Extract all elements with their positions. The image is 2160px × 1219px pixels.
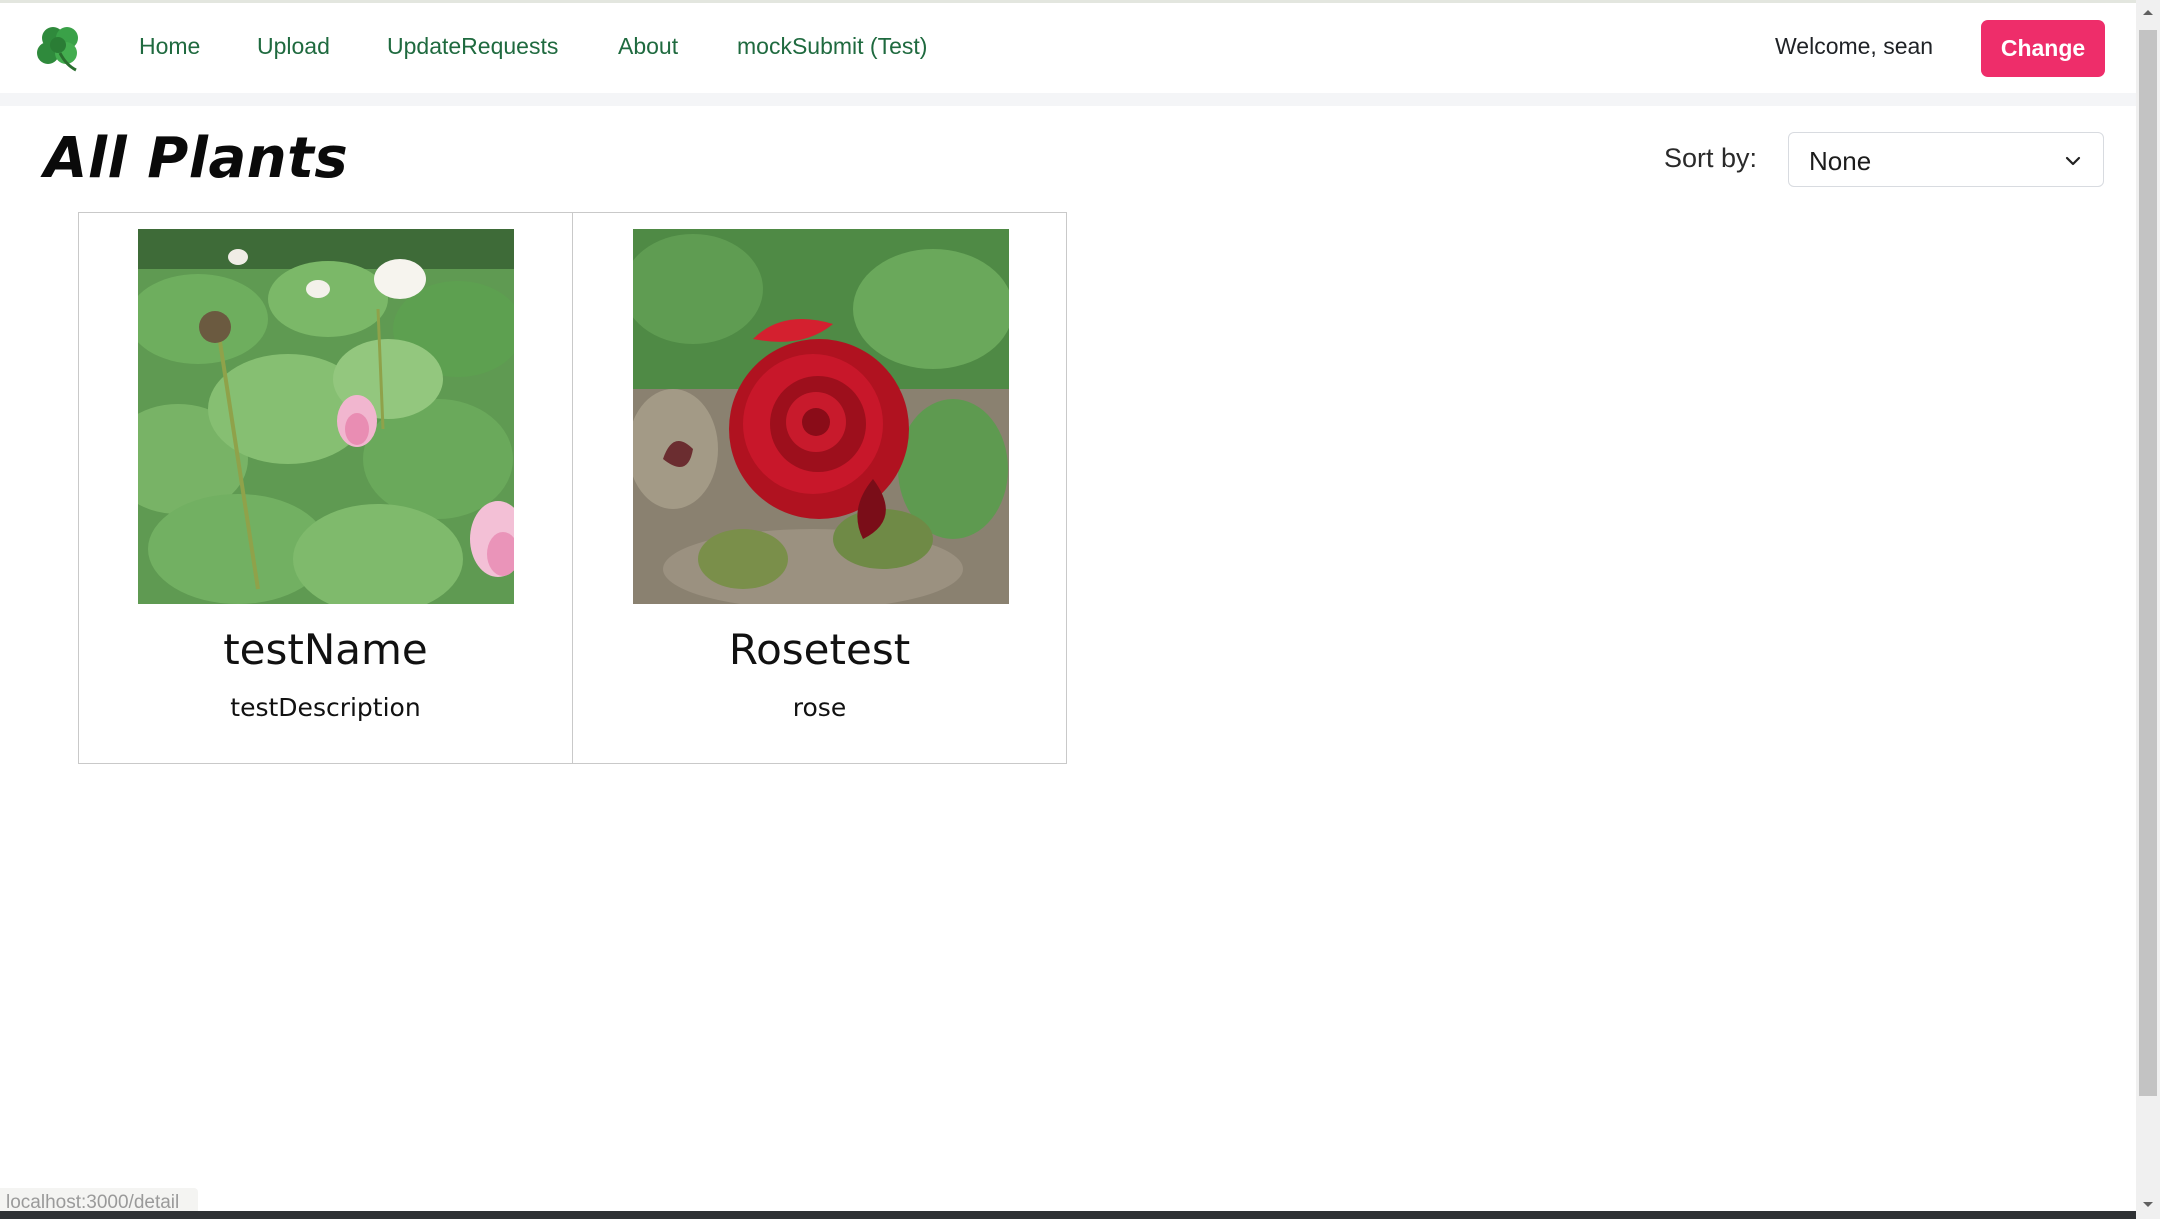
scroll-down-arrow-icon[interactable]: [2141, 1200, 2155, 1210]
chevron-down-icon: [2065, 156, 2081, 166]
plant-card[interactable]: testName testDescription: [78, 212, 573, 764]
scrollbar-thumb[interactable]: [2139, 30, 2157, 1096]
nav-home-link[interactable]: Home: [139, 33, 200, 60]
sort-label: Sort by:: [1664, 143, 1758, 173]
scroll-up-arrow-icon[interactable]: [2141, 7, 2155, 17]
clover-icon[interactable]: [36, 23, 84, 73]
status-bar-url: localhost:3000/detail: [0, 1188, 198, 1211]
navbar-divider: [0, 93, 2136, 106]
page-title: All Plants: [44, 126, 349, 191]
plant-name: testName: [223, 625, 428, 674]
welcome-text: Welcome, sean: [1775, 33, 1934, 59]
sort-selected-value: None: [1809, 146, 1872, 176]
plant-card[interactable]: Rosetest rose: [572, 212, 1067, 764]
plant-description: rose: [792, 693, 847, 722]
plant-image-lotus: [138, 229, 514, 604]
bottom-edge: [0, 1211, 2136, 1219]
nav-updaterequests-link[interactable]: UpdateRequests: [387, 33, 558, 60]
sort-select[interactable]: None: [1788, 132, 2104, 187]
plant-image-rose: [633, 229, 1009, 604]
nav-about-link[interactable]: About: [618, 33, 678, 60]
plant-description: testDescription: [230, 693, 421, 722]
change-button[interactable]: Change: [1981, 20, 2105, 77]
plant-name: Rosetest: [728, 625, 911, 674]
nav-mocksubmit-link[interactable]: mockSubmit (Test): [737, 33, 927, 60]
nav-upload-link[interactable]: Upload: [257, 33, 330, 60]
navbar: Home Upload UpdateRequests About mockSub…: [0, 3, 2136, 93]
app-page: Home Upload UpdateRequests About mockSub…: [0, 0, 2160, 1219]
